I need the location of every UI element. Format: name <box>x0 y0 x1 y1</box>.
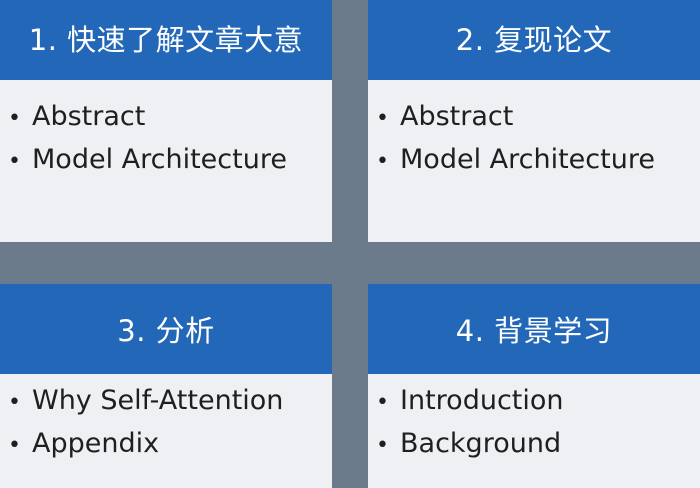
list-item: • Appendix <box>8 423 332 466</box>
list-item: • Why Self-Attention <box>8 380 332 423</box>
card-list: • Abstract • Model Architecture <box>0 80 332 182</box>
card-background-study: 4. 背景学习 • Introduction • Background <box>368 284 700 488</box>
card-reproduce-paper: 2. 复现论文 • Abstract • Model Architecture <box>368 0 700 242</box>
list-item: • Abstract <box>376 96 700 139</box>
card-analysis: 3. 分析 • Why Self-Attention • Appendix <box>0 284 332 488</box>
card-title: 1. 快速了解文章大意 <box>0 0 332 80</box>
card-list: • Introduction • Background <box>368 374 700 466</box>
bullet-icon: • <box>8 390 21 415</box>
list-item: • Model Architecture <box>8 139 332 182</box>
card-title: 2. 复现论文 <box>368 0 700 80</box>
card-list: • Abstract • Model Architecture <box>368 80 700 182</box>
list-item-text: Why Self-Attention <box>32 385 284 416</box>
list-item: • Introduction <box>376 380 700 423</box>
bullet-icon: • <box>8 433 21 458</box>
bullet-icon: • <box>376 433 389 458</box>
list-item-text: Abstract <box>400 101 514 132</box>
bullet-icon: • <box>8 149 21 174</box>
bullet-icon: • <box>376 390 389 415</box>
list-item-text: Introduction <box>400 385 564 416</box>
list-item: • Model Architecture <box>376 139 700 182</box>
list-item: • Abstract <box>8 96 332 139</box>
card-quick-overview: 1. 快速了解文章大意 • Abstract • Model Architect… <box>0 0 332 242</box>
list-item: • Background <box>376 423 700 466</box>
card-title: 3. 分析 <box>0 284 332 374</box>
list-item-text: Model Architecture <box>32 144 287 175</box>
bullet-icon: • <box>376 106 389 131</box>
list-item-text: Background <box>400 428 562 459</box>
card-title: 4. 背景学习 <box>368 284 700 374</box>
card-list: • Why Self-Attention • Appendix <box>0 374 332 466</box>
bullet-icon: • <box>8 106 21 131</box>
list-item-text: Appendix <box>32 428 160 459</box>
list-item-text: Model Architecture <box>400 144 655 175</box>
list-item-text: Abstract <box>32 101 146 132</box>
slide-grid: 1. 快速了解文章大意 • Abstract • Model Architect… <box>0 0 700 488</box>
bullet-icon: • <box>376 149 389 174</box>
